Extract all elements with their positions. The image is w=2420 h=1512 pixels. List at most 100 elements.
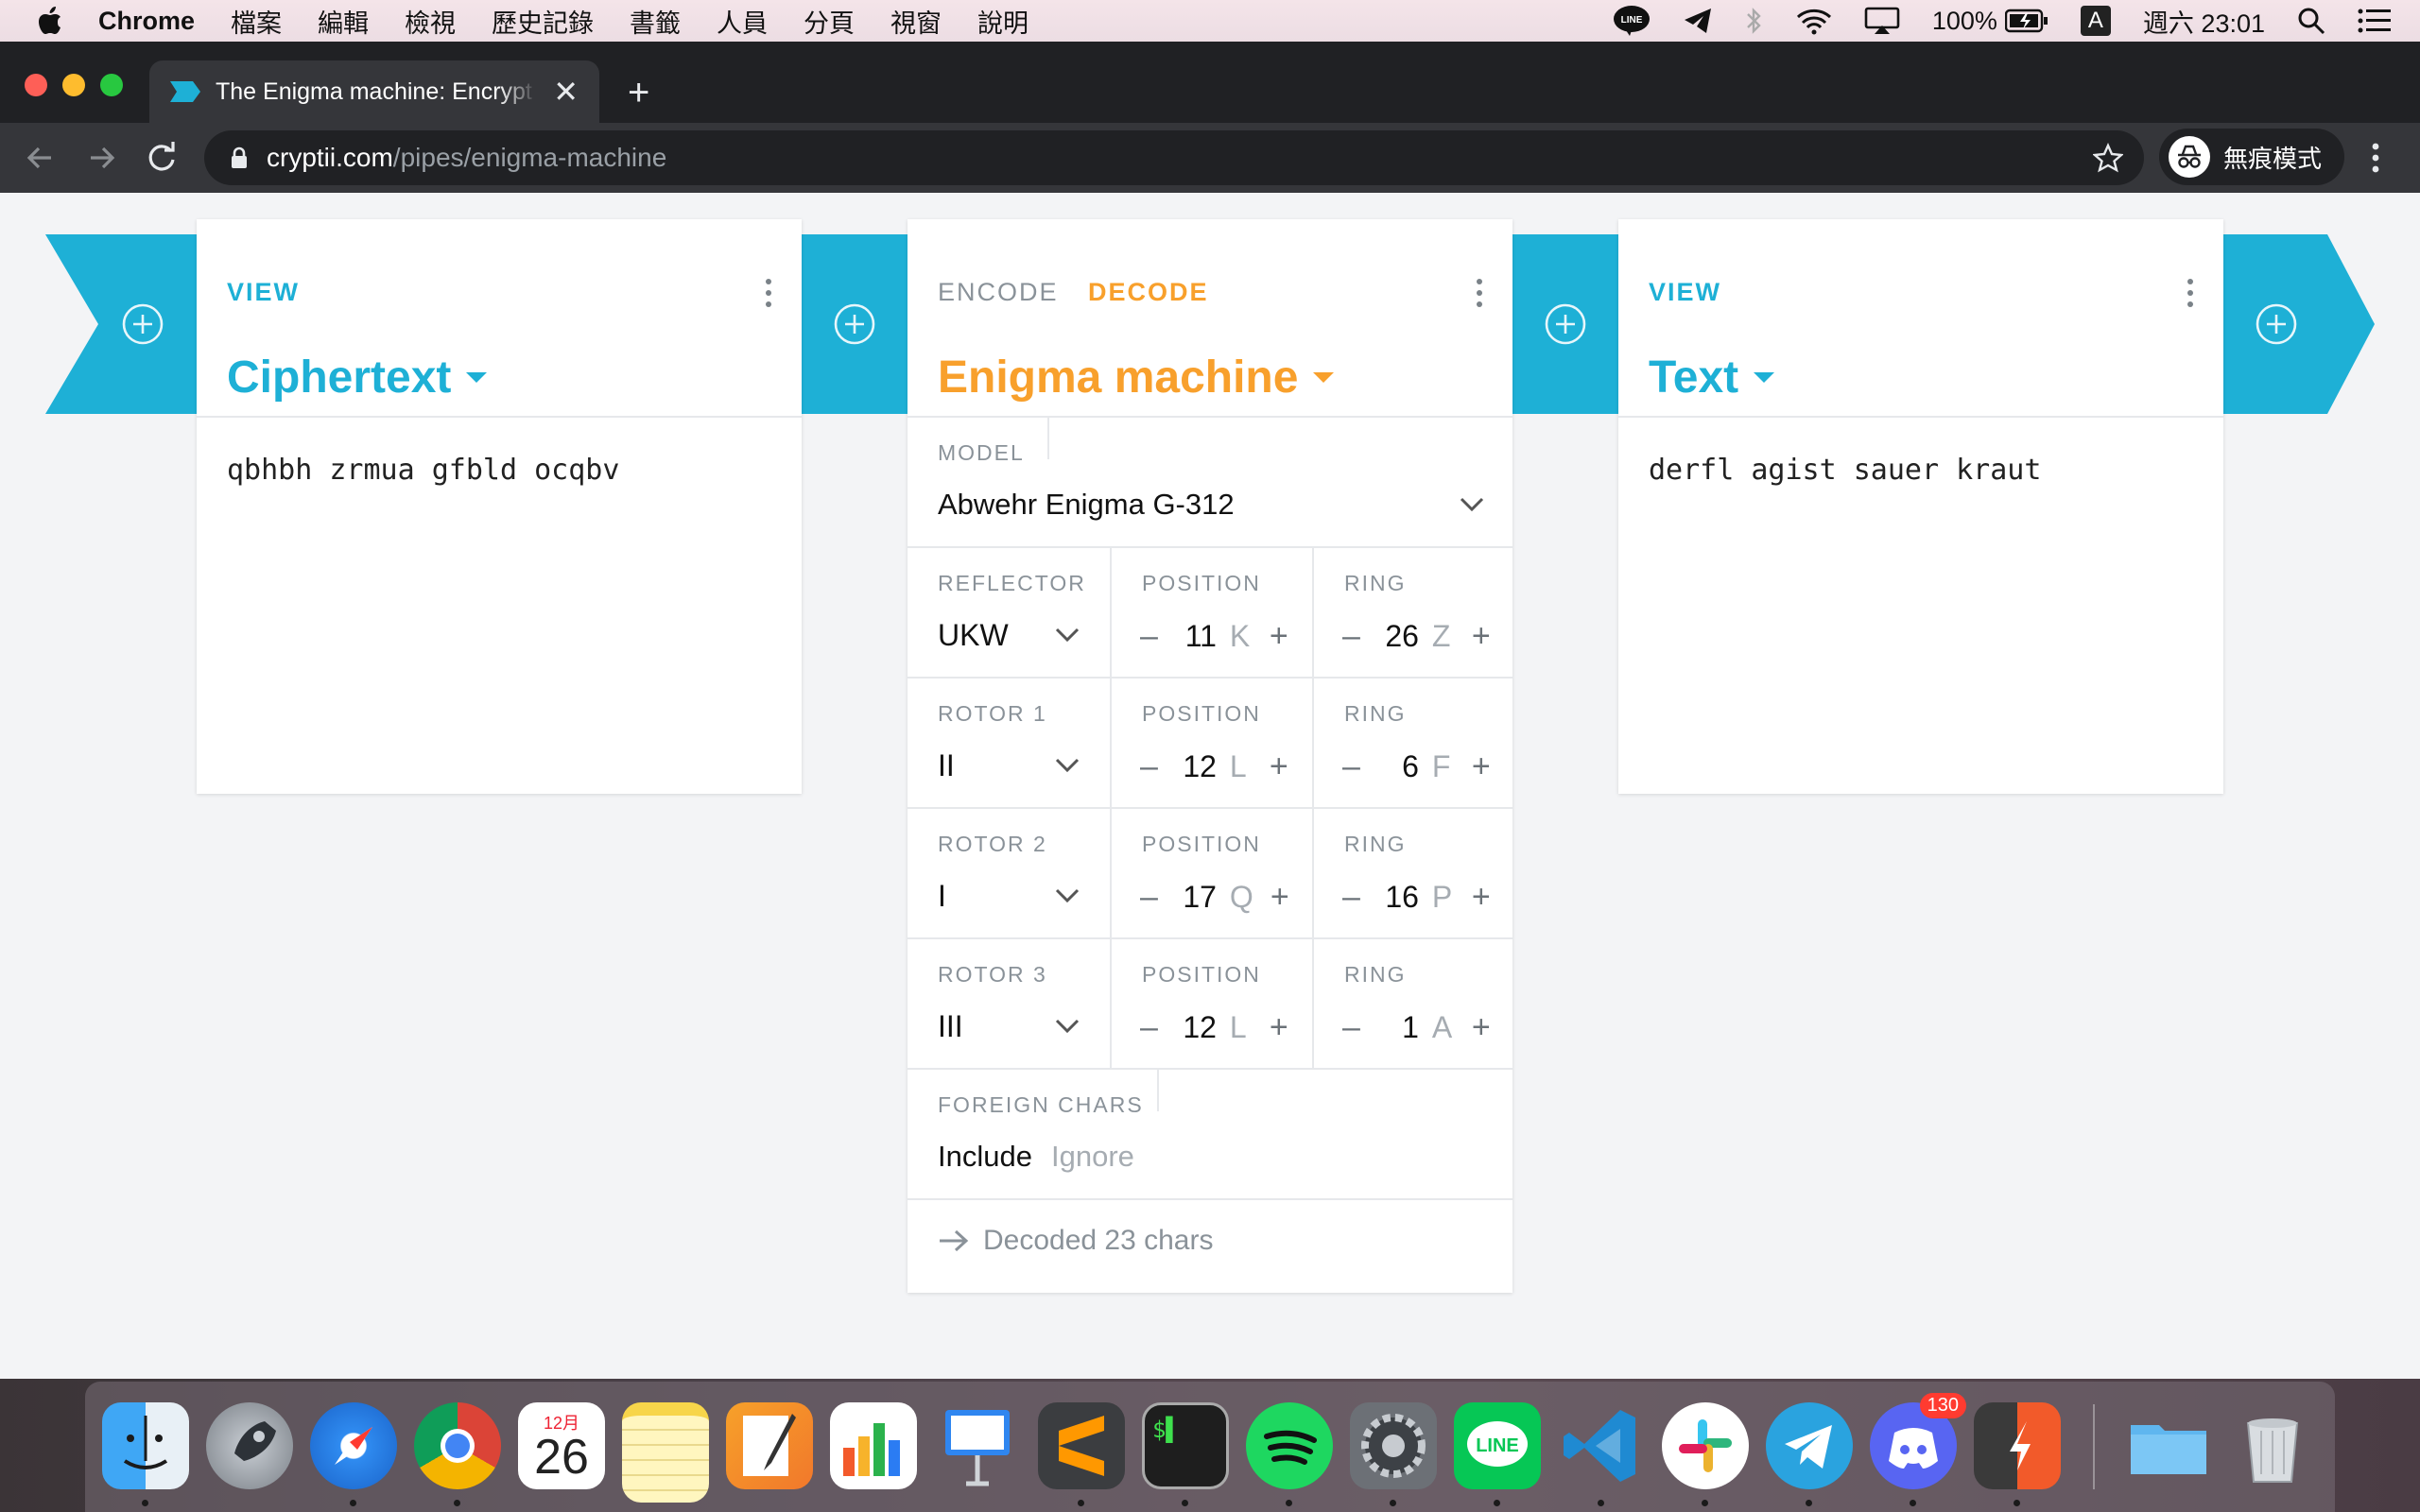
position-number[interactable]: 11 bbox=[1175, 619, 1217, 654]
line-app-icon[interactable]: LINE bbox=[1613, 5, 1651, 37]
plaintext-textarea[interactable]: derfl agist sauer kraut bbox=[1618, 418, 2223, 523]
terminal-icon[interactable]: $▌ bbox=[1142, 1402, 1229, 1489]
add-brick-icon[interactable] bbox=[1545, 303, 1586, 345]
decode-tab[interactable]: DECODE bbox=[1088, 278, 1209, 306]
developer-tool-icon[interactable] bbox=[1974, 1402, 2061, 1489]
view-mode-tab[interactable]: VIEW bbox=[1649, 278, 1721, 307]
numbers-chart-icon[interactable] bbox=[830, 1402, 917, 1489]
incognito-profile-button[interactable]: 無痕模式 bbox=[2159, 129, 2344, 185]
increment-button[interactable]: + bbox=[1472, 1009, 1491, 1046]
model-field[interactable]: MODEL Abwehr Enigma G-312 bbox=[908, 418, 1512, 548]
brick-title-selector[interactable]: Text bbox=[1649, 352, 1775, 404]
menu-people[interactable]: 人員 bbox=[717, 3, 768, 40]
rotor-1-select[interactable]: ROTOR 1 II bbox=[908, 679, 1110, 809]
ring-number[interactable]: 1 bbox=[1377, 1010, 1419, 1045]
decrement-button[interactable]: – bbox=[1140, 748, 1158, 785]
trash-icon[interactable] bbox=[2229, 1402, 2316, 1489]
brick-title-selector[interactable]: Enigma machine bbox=[938, 352, 1335, 404]
notes-icon[interactable] bbox=[622, 1402, 709, 1503]
increment-button[interactable]: + bbox=[1270, 879, 1289, 916]
bookmark-star-icon[interactable] bbox=[2093, 143, 2123, 173]
airplay-icon[interactable] bbox=[1864, 7, 1900, 35]
spotify-icon[interactable] bbox=[1246, 1402, 1333, 1489]
menu-history[interactable]: 歷史記錄 bbox=[492, 3, 594, 40]
window-minimize-button[interactable] bbox=[62, 74, 85, 96]
increment-button[interactable]: + bbox=[1472, 879, 1491, 916]
folder-icon[interactable] bbox=[2125, 1402, 2212, 1489]
menu-file[interactable]: 檔案 bbox=[231, 3, 282, 40]
add-brick-icon[interactable] bbox=[834, 303, 875, 345]
brick-menu-icon[interactable] bbox=[2186, 278, 2195, 308]
decrement-button[interactable]: – bbox=[1342, 1009, 1360, 1046]
lock-icon[interactable] bbox=[231, 146, 248, 169]
bluetooth-icon[interactable] bbox=[1745, 6, 1764, 36]
menu-window[interactable]: 視窗 bbox=[890, 3, 942, 40]
reload-icon[interactable] bbox=[144, 140, 180, 176]
new-tab-button[interactable]: + bbox=[628, 74, 649, 112]
calendar-icon[interactable]: 12月 26 bbox=[518, 1402, 605, 1489]
menu-help[interactable]: 說明 bbox=[977, 3, 1028, 40]
position-number[interactable]: 17 bbox=[1175, 880, 1217, 915]
launchpad-rocket-icon[interactable] bbox=[206, 1402, 293, 1489]
position-number[interactable]: 12 bbox=[1175, 1010, 1217, 1045]
menu-view[interactable]: 檢視 bbox=[405, 3, 456, 40]
vscode-icon[interactable] bbox=[1558, 1402, 1645, 1489]
position-number[interactable]: 12 bbox=[1175, 749, 1217, 784]
notification-center-icon[interactable] bbox=[2358, 8, 2392, 34]
foreign-ignore-option[interactable]: Ignore bbox=[1051, 1140, 1134, 1174]
decrement-button[interactable]: – bbox=[1342, 748, 1360, 785]
increment-button[interactable]: + bbox=[1270, 1009, 1288, 1046]
increment-button[interactable]: + bbox=[1270, 618, 1288, 655]
window-zoom-button[interactable] bbox=[100, 74, 123, 96]
battery-icon[interactable] bbox=[2004, 9, 2048, 33]
menu-app-name[interactable]: Chrome bbox=[98, 7, 195, 36]
finder-icon[interactable] bbox=[102, 1402, 189, 1489]
input-source-indicator[interactable]: A bbox=[2080, 6, 2111, 36]
chrome-icon[interactable] bbox=[414, 1402, 501, 1489]
decrement-button[interactable]: – bbox=[1342, 879, 1360, 916]
ciphertext-textarea[interactable]: qbhbh zrmua gfbld ocqbv bbox=[197, 418, 802, 523]
add-brick-icon[interactable] bbox=[2256, 303, 2297, 345]
decrement-button[interactable]: – bbox=[1140, 1009, 1158, 1046]
brick-menu-icon[interactable] bbox=[764, 278, 773, 308]
back-arrow-icon[interactable] bbox=[23, 140, 59, 176]
encode-tab[interactable]: ENCODE bbox=[938, 278, 1059, 306]
increment-button[interactable]: + bbox=[1472, 618, 1491, 655]
menu-bookmarks[interactable]: 書籤 bbox=[630, 3, 681, 40]
tab-close-icon[interactable]: ✕ bbox=[553, 77, 579, 107]
pages-icon[interactable] bbox=[726, 1402, 813, 1489]
rotor-3-select[interactable]: ROTOR 3 III bbox=[908, 939, 1110, 1070]
reflector-select[interactable]: REFLECTOR UKW bbox=[908, 548, 1110, 679]
window-close-button[interactable] bbox=[25, 74, 47, 96]
increment-button[interactable]: + bbox=[1270, 748, 1288, 785]
ring-number[interactable]: 6 bbox=[1377, 749, 1419, 784]
address-bar[interactable]: cryptii.com /pipes/enigma-machine bbox=[204, 130, 2144, 185]
telegram-icon[interactable] bbox=[1683, 7, 1713, 35]
chevron-down-icon[interactable] bbox=[1460, 497, 1484, 512]
forward-arrow-icon[interactable] bbox=[83, 140, 119, 176]
menu-tab[interactable]: 分頁 bbox=[804, 3, 855, 40]
browser-tab-active[interactable]: The Enigma machine: Encrypt and decrypt … bbox=[149, 60, 599, 123]
menu-bar-clock[interactable]: 週六 23:01 bbox=[2143, 3, 2265, 40]
brick-menu-icon[interactable] bbox=[1475, 278, 1484, 308]
ring-number[interactable]: 26 bbox=[1377, 619, 1419, 654]
spotlight-search-icon[interactable] bbox=[2297, 7, 2325, 35]
wifi-icon[interactable] bbox=[1796, 7, 1832, 35]
menu-edit[interactable]: 編輯 bbox=[318, 3, 369, 40]
decrement-button[interactable]: – bbox=[1342, 618, 1360, 655]
increment-button[interactable]: + bbox=[1472, 748, 1491, 785]
slack-icon[interactable] bbox=[1662, 1402, 1749, 1489]
foreign-include-option[interactable]: Include bbox=[938, 1140, 1032, 1174]
apple-logo-icon[interactable] bbox=[38, 7, 62, 35]
rotor-2-select[interactable]: ROTOR 2 I bbox=[908, 809, 1110, 939]
brick-title-selector[interactable]: Ciphertext bbox=[227, 352, 488, 404]
add-brick-icon[interactable] bbox=[122, 303, 164, 345]
keynote-icon[interactable] bbox=[934, 1402, 1021, 1489]
view-mode-tab[interactable]: VIEW bbox=[227, 278, 300, 307]
decrement-button[interactable]: – bbox=[1140, 879, 1158, 916]
decrement-button[interactable]: – bbox=[1140, 618, 1158, 655]
ring-number[interactable]: 16 bbox=[1377, 880, 1419, 915]
discord-icon[interactable]: 130 bbox=[1870, 1393, 1966, 1489]
system-preferences-gear-icon[interactable] bbox=[1350, 1402, 1437, 1489]
telegram-app-icon[interactable] bbox=[1766, 1402, 1853, 1489]
